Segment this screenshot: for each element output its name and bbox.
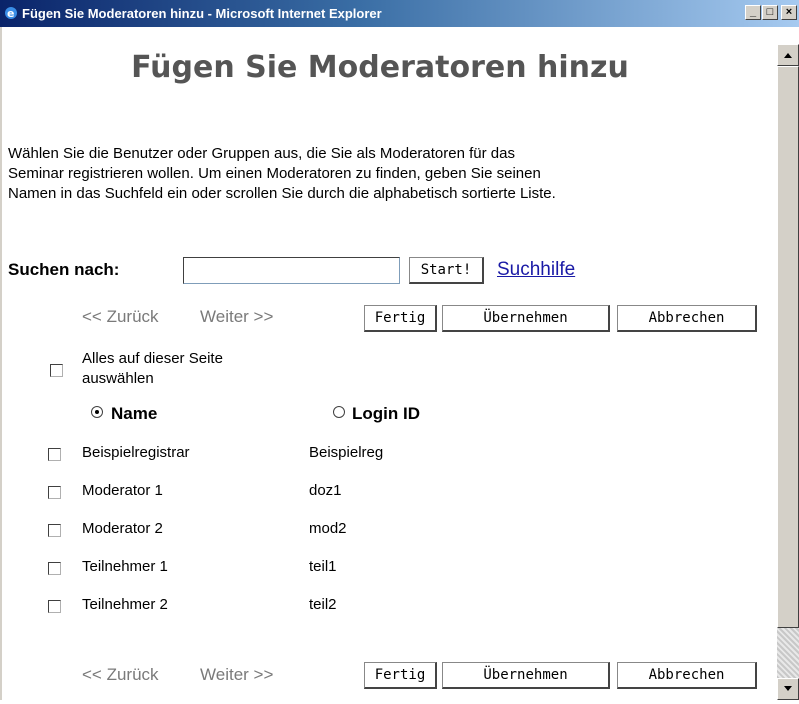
apply-button[interactable]: Übernehmen (442, 305, 610, 332)
row-login: Beispielreg (309, 444, 384, 461)
done-button[interactable]: Fertig (364, 305, 437, 332)
intro-line: Namen in das Suchfeld ein oder scrollen … (8, 185, 556, 202)
scrollbar-thumb[interactable] (777, 66, 799, 628)
scroll-up-button[interactable] (777, 44, 799, 66)
radio-selected-dot (95, 410, 99, 414)
search-help-link[interactable]: Suchhilfe (497, 259, 575, 281)
row-login: teil1 (309, 558, 337, 575)
next-page-link[interactable]: Weiter >> (200, 307, 273, 327)
row-checkbox[interactable] (48, 524, 61, 537)
sort-by-name-radio[interactable] (91, 406, 103, 418)
cancel-button[interactable]: Abbrechen (617, 305, 757, 332)
internet-explorer-icon: e (5, 7, 17, 20)
scrollbar-track[interactable] (777, 628, 799, 678)
search-label: Suchen nach: (8, 260, 120, 279)
row-checkbox[interactable] (48, 448, 61, 461)
name-column-header: Name (111, 404, 158, 423)
row-login: mod2 (309, 520, 347, 537)
row-name: Teilnehmer 2 (82, 596, 168, 613)
intro-line: Wählen Sie die Benutzer oder Gruppen aus… (8, 145, 515, 162)
row-name: Beispielregistrar (82, 444, 190, 461)
next-page-link-bottom[interactable]: Weiter >> (200, 665, 273, 685)
svg-text:e: e (7, 7, 14, 20)
apply-button-bottom[interactable]: Übernehmen (442, 662, 610, 689)
scroll-down-button[interactable] (777, 678, 799, 700)
login-column-header: Login ID (352, 404, 420, 423)
row-login: teil2 (309, 596, 337, 613)
previous-page-link[interactable]: << Zurück (82, 307, 159, 327)
minimize-button[interactable]: _ (745, 5, 761, 20)
maximize-button[interactable]: □ (762, 5, 778, 20)
previous-page-link-bottom[interactable]: << Zurück (82, 665, 159, 685)
sort-by-login-radio[interactable] (333, 406, 345, 418)
search-input[interactable] (183, 257, 400, 284)
window-title: Fügen Sie Moderatoren hinzu - Microsoft … (22, 6, 382, 21)
close-button[interactable]: × (781, 5, 797, 20)
row-name: Teilnehmer 1 (82, 558, 168, 575)
row-checkbox[interactable] (48, 562, 61, 575)
arrow-up-icon (784, 53, 792, 58)
done-button-bottom[interactable]: Fertig (364, 662, 437, 689)
arrow-down-icon (784, 686, 792, 691)
start-button[interactable]: Start! (409, 257, 484, 284)
intro-text: Wählen Sie die Benutzer oder Gruppen aus… (8, 144, 758, 204)
select-all-label-cont: auswählen (82, 370, 154, 387)
select-all-label: Alles auf dieser Seite (82, 350, 223, 367)
row-checkbox[interactable] (48, 600, 61, 613)
intro-line: Seminar registrieren wollen. Um einen Mo… (8, 165, 541, 182)
row-checkbox[interactable] (48, 486, 61, 499)
row-name: Moderator 2 (82, 520, 163, 537)
cancel-button-bottom[interactable]: Abbrechen (617, 662, 757, 689)
select-all-checkbox[interactable] (50, 364, 63, 377)
row-login: doz1 (309, 482, 342, 499)
row-name: Moderator 1 (82, 482, 163, 499)
window-titlebar: e Fügen Sie Moderatoren hinzu - Microsof… (0, 0, 799, 27)
page-title: Fügen Sie Moderatoren hinzu (131, 50, 629, 85)
